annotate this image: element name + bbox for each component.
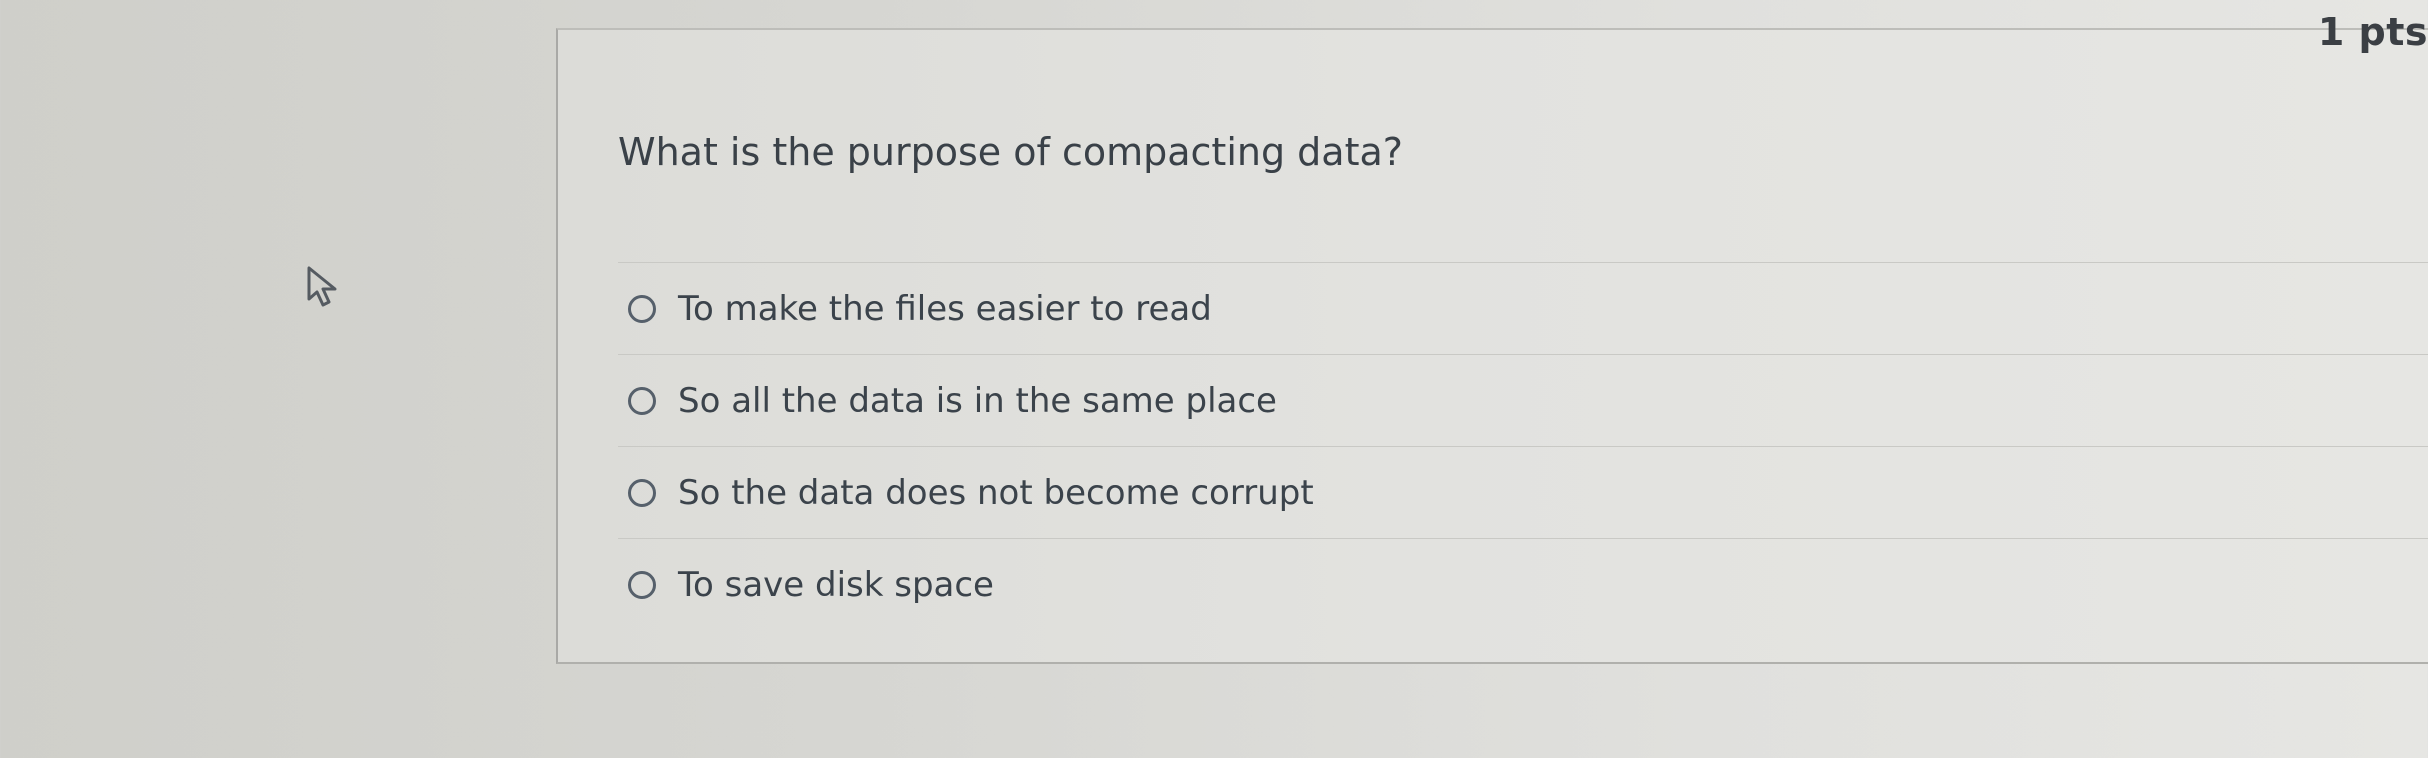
question-card: 1 pts What is the purpose of compacting …: [556, 10, 2428, 664]
answer-label: So all the data is in the same place: [678, 380, 1277, 421]
question-points: 1 pts: [2317, 10, 2428, 54]
radio-button-icon[interactable]: [628, 386, 656, 415]
radio-button-icon[interactable]: [628, 570, 656, 599]
radio-button-icon[interactable]: [628, 478, 656, 507]
radio-button-icon[interactable]: [628, 294, 656, 323]
question-text: What is the purpose of compacting data?: [618, 130, 1403, 174]
answer-option[interactable]: To save disk space: [618, 538, 2428, 630]
answer-label: To save disk space: [678, 564, 994, 605]
answer-label: To make the files easier to read: [678, 288, 1212, 329]
answer-label: So the data does not become corrupt: [678, 472, 1314, 513]
pointer-cursor-icon: [307, 266, 337, 307]
answer-option[interactable]: So the data does not become corrupt: [618, 446, 2428, 538]
answer-list: To make the files easier to read So all …: [618, 262, 2428, 630]
answer-option[interactable]: So all the data is in the same place: [618, 354, 2428, 446]
answer-option[interactable]: To make the files easier to read: [618, 262, 2428, 354]
